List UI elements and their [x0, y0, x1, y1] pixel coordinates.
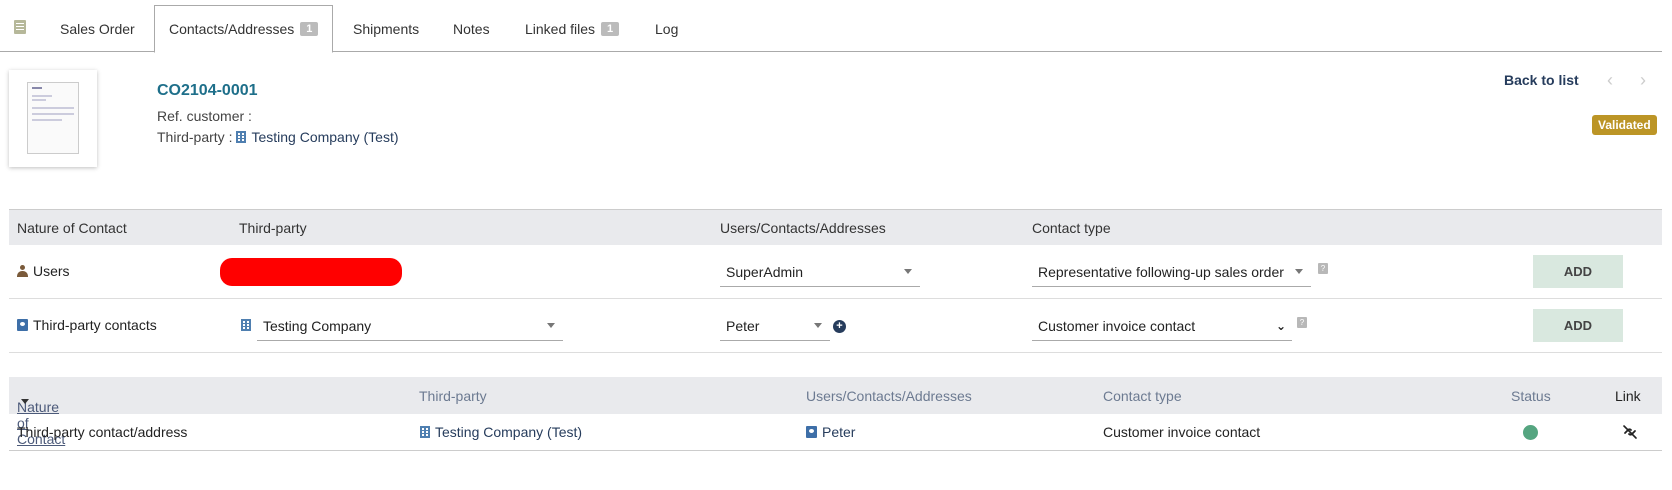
chevron-down-icon — [904, 269, 912, 274]
count-badge: 1 — [601, 21, 620, 36]
third-party-link[interactable]: Testing Company (Test) — [420, 424, 582, 440]
document-thumbnail[interactable] — [9, 70, 97, 167]
chevron-down-icon: ⌄ — [1275, 319, 1286, 333]
next-arrow-icon[interactable]: › — [1640, 70, 1646, 91]
document-icon — [14, 20, 26, 34]
chevron-down-icon — [1295, 269, 1303, 274]
third-party-select[interactable]: Testing Company — [257, 311, 563, 341]
contact-select[interactable]: Peter — [720, 311, 830, 341]
add-contact-table: Nature of Contact Third-party Users/Cont… — [9, 209, 1662, 353]
nature-cell: Users — [17, 263, 70, 279]
table-header: Nature of Contact Third-party Users/Cont… — [9, 377, 1662, 447]
contact-card-icon — [806, 426, 817, 438]
contact-link[interactable]: Peter — [806, 424, 855, 440]
building-icon — [420, 426, 430, 438]
third-party-link[interactable]: Testing Company (Test) — [236, 129, 399, 145]
building-icon — [236, 131, 247, 143]
header-nature: Nature of Contact — [17, 220, 127, 236]
contact-type-value: Representative following-up sales order — [1038, 263, 1284, 280]
header-users: Users/Contacts/Addresses — [720, 220, 886, 236]
redacted-field — [220, 258, 402, 286]
third-party-name: Testing Company (Test) — [251, 129, 399, 145]
status-badge: Validated — [1592, 115, 1657, 135]
tab-label: Contacts/Addresses — [169, 21, 295, 37]
add-contact-row: Third-party contacts Testing Company Pet… — [9, 299, 1662, 353]
add-user-button[interactable]: ADD — [1533, 255, 1623, 288]
tab-label: Shipments — [353, 20, 420, 37]
chevron-down-icon — [547, 323, 555, 328]
add-contact-button[interactable]: ADD — [1533, 309, 1623, 342]
third-party-line: Third-party : Testing Company (Test) — [157, 129, 399, 145]
third-party-name: Testing Company (Test) — [435, 424, 583, 440]
contacts-list-table: Nature of Contact Third-party Users/Cont… — [9, 377, 1662, 451]
tab-label: Notes — [453, 20, 490, 37]
nature-cell: Third-party contact/address — [17, 424, 188, 440]
nature-label: Third-party contacts — [33, 317, 157, 333]
user-select[interactable]: SuperAdmin — [720, 257, 920, 287]
header-contact-type[interactable]: Contact type — [1103, 388, 1182, 404]
add-contact-icon[interactable]: + — [833, 320, 846, 333]
tab-sales-order[interactable]: Sales Order — [60, 5, 135, 52]
table-header: Nature of Contact Third-party Users/Cont… — [9, 209, 1662, 245]
tab-label: Sales Order — [60, 20, 135, 37]
help-icon[interactable]: ? — [1318, 263, 1328, 274]
table-row: Third-party contact/address Testing Comp… — [9, 414, 1662, 451]
contact-card-icon — [17, 319, 28, 331]
tab-contacts-addresses[interactable]: Contacts/Addresses 1 — [154, 5, 334, 53]
order-reference: CO2104-0001 — [157, 82, 258, 99]
count-badge: 1 — [300, 22, 319, 36]
back-to-list-link[interactable]: Back to list — [1504, 72, 1579, 88]
header-contact-type: Contact type — [1032, 220, 1111, 236]
contact-type-value: Customer invoice contact — [1038, 317, 1196, 334]
unlink-icon[interactable] — [1622, 424, 1638, 440]
user-select-value: SuperAdmin — [726, 263, 804, 280]
tab-label: Linked files — [525, 20, 596, 37]
nature-label: Users — [33, 263, 70, 279]
contact-type-select[interactable]: Representative following-up sales order — [1032, 257, 1311, 287]
previous-arrow-icon[interactable]: ‹ — [1607, 70, 1613, 91]
tab-log[interactable]: Log — [655, 5, 678, 52]
tab-shipments[interactable]: Shipments — [353, 5, 419, 52]
header-third-party: Third-party — [239, 220, 307, 236]
header-link: Link — [1615, 388, 1641, 404]
tab-linked-files[interactable]: Linked files 1 — [525, 5, 620, 52]
add-user-row: Users SuperAdmin Representative followin… — [9, 245, 1662, 299]
header-third-party[interactable]: Third-party — [419, 388, 487, 404]
nature-cell: Third-party contacts — [17, 317, 157, 333]
header-status: Status — [1511, 388, 1551, 404]
user-icon — [17, 265, 28, 277]
contact-type-cell: Customer invoice contact — [1103, 424, 1261, 440]
help-icon[interactable]: ? — [1297, 317, 1307, 328]
contact-select-value: Peter — [726, 317, 760, 334]
building-icon — [241, 319, 251, 331]
contact-type-select[interactable]: Customer invoice contact ⌄ — [1032, 311, 1292, 341]
contact-name: Peter — [822, 424, 856, 440]
document-preview — [27, 82, 79, 154]
third-party-label: Third-party : — [157, 129, 233, 145]
tab-bar: Sales Order Contacts/Addresses 1 Shipmen… — [0, 0, 1662, 53]
third-party-select-value: Testing Company — [263, 317, 372, 334]
header-users[interactable]: Users/Contacts/Addresses — [806, 388, 972, 404]
chevron-down-icon — [814, 323, 822, 328]
status-active-icon[interactable] — [1523, 425, 1538, 440]
tab-label: Log — [655, 20, 679, 37]
tab-notes[interactable]: Notes — [453, 5, 490, 52]
ref-customer-label: Ref. customer : — [157, 108, 252, 124]
sort-desc-icon — [21, 399, 29, 404]
